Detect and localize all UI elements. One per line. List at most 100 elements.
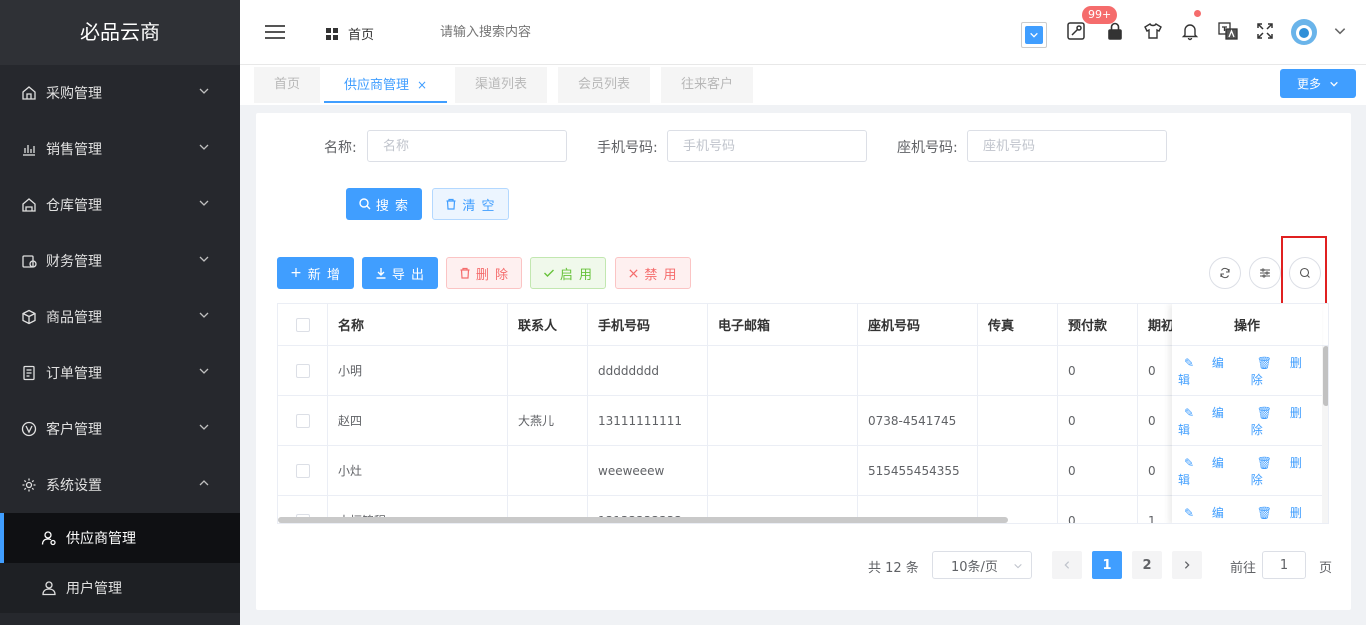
trash-icon: 🗑 [1256,455,1274,470]
plus-icon: + [290,265,303,281]
main-card: 名称: 手机号码: 座机号码: 搜 索 清 空 + 新 增 导 出 删 除 启 … [256,113,1351,610]
tab-label: 往来客户 [681,77,734,92]
chevron-down-icon [199,144,209,150]
horizontal-scrollbar[interactable] [278,517,1008,523]
prev-page-button[interactable] [1052,551,1082,579]
tools-icon[interactable] [1065,20,1087,42]
row-checkbox[interactable] [295,413,310,428]
page-size-select[interactable]: 10条/页 [932,551,1032,579]
table-cell: 515455454355 [858,446,978,495]
row-checkbox[interactable] [295,463,310,478]
vertical-scrollbar[interactable] [1322,346,1328,523]
header-checkbox-cell [278,304,328,345]
breadcrumb-home[interactable]: 首页 [326,24,374,43]
tab-member-list[interactable]: 会员列表 [558,67,651,103]
row-checkbox[interactable] [295,363,310,378]
page-unit-label: 页 [1319,561,1333,576]
download-icon [376,268,386,279]
goto-page-input[interactable] [1262,551,1306,579]
table-cell [858,346,978,395]
clear-button[interactable]: 清 空 [432,188,509,220]
menu-system-settings[interactable]: 系统设置 [0,457,240,513]
delete-link[interactable]: 🗑 删 除 [1251,454,1316,488]
menu-sales[interactable]: 销售管理 [0,121,240,177]
fullscreen-icon[interactable] [1254,20,1276,42]
sidebar-item-supplier[interactable]: 供应商管理 [0,513,240,563]
hamburger-menu-icon[interactable] [265,24,285,40]
menu-purchase[interactable]: 采购管理 [0,65,240,121]
sidebar-item-user[interactable]: 用户管理 [0,563,240,613]
search-icon [359,198,371,210]
header-search-input[interactable] [440,24,600,39]
pagination-total: 共 12 条 [868,561,919,576]
home-label: 首页 [348,28,375,43]
landline-input[interactable] [967,130,1167,162]
disable-button[interactable]: 禁 用 [615,257,691,289]
translate-icon[interactable] [1217,20,1239,42]
bell-unread-dot [1194,10,1201,17]
customer-icon [20,420,38,438]
table-cell [978,346,1058,395]
purchase-icon [20,84,38,102]
page-1-button[interactable]: 1 [1092,551,1122,579]
avatar[interactable] [1290,18,1318,46]
menu-order[interactable]: 订单管理 [0,345,240,401]
delete-link[interactable]: 🗑 删 除 [1251,504,1316,524]
delete-link[interactable]: 🗑 删 除 [1251,354,1316,388]
refresh-button[interactable] [1209,257,1241,289]
button-label: 删 除 [475,267,510,283]
edit-link[interactable]: ✎ 编 辑 [1178,404,1239,438]
delete-link[interactable]: 🗑 删 除 [1251,404,1316,438]
bell-icon[interactable] [1179,20,1201,42]
close-icon[interactable]: × [417,78,427,92]
chevron-down-icon [199,424,209,430]
tab-customer-contacts[interactable]: 往来客户 [661,67,754,103]
edit-link[interactable]: ✎ 编 辑 [1178,504,1239,524]
button-label: 导 出 [391,267,426,283]
trash-icon: 🗑 [1256,405,1274,420]
phone-input[interactable] [667,130,867,162]
button-label: 禁 用 [644,267,678,283]
column-settings-button[interactable] [1249,257,1281,289]
search-button[interactable]: 搜 索 [346,188,422,220]
tab-supplier[interactable]: 供应商管理 × [324,67,448,103]
name-input[interactable] [367,130,567,162]
gear-icon [20,476,38,494]
goto-label: 前往 [1230,561,1257,576]
menu-warehouse[interactable]: 仓库管理 [0,177,240,233]
tabs-bar: 首页 供应商管理 × 渠道列表 会员列表 往来客户 更多 [240,65,1366,105]
page-2-button[interactable]: 2 [1132,551,1162,579]
finance-icon [20,252,38,270]
edit-icon: ✎ [1184,355,1196,370]
menu-label: 采购管理 [46,86,102,102]
column-header: 座机号码 [858,304,978,345]
select-all-checkbox[interactable] [295,317,310,332]
check-icon [543,269,554,277]
select-dropdown-icon[interactable] [1021,22,1047,48]
delete-button[interactable]: 删 除 [446,257,522,289]
column-header: 操作 [1172,304,1322,346]
menu-customer[interactable]: 客户管理 [0,401,240,457]
tab-channel-list[interactable]: 渠道列表 [455,67,548,103]
warehouse-icon [20,196,38,214]
brand-logo: 必品云商 [0,0,240,65]
trash-icon: 🗑 [1256,355,1274,370]
tab-home[interactable]: 首页 [254,67,321,103]
table-cell: 小灶 [328,446,508,495]
export-button[interactable]: 导 出 [362,257,438,289]
edit-link[interactable]: ✎ 编 辑 [1178,454,1239,488]
scrollbar-thumb[interactable] [1323,346,1328,406]
edit-link[interactable]: ✎ 编 辑 [1178,354,1239,388]
supplier-table: 名称 联系人 手机号码 电子邮箱 座机号码 传真 预付款 期初 小明 ddddd… [277,303,1329,524]
enable-button[interactable]: 启 用 [530,257,606,289]
lock-icon[interactable] [1104,20,1126,42]
menu-finance[interactable]: 财务管理 [0,233,240,289]
chevron-down-icon[interactable] [1329,20,1351,42]
next-page-button[interactable] [1172,551,1202,579]
column-header: 名称 [328,304,508,345]
add-button[interactable]: + 新 增 [277,257,354,289]
table-cell [508,346,588,395]
menu-product[interactable]: 商品管理 [0,289,240,345]
more-dropdown-button[interactable]: 更多 [1280,69,1356,98]
shirt-theme-icon[interactable] [1142,20,1164,42]
